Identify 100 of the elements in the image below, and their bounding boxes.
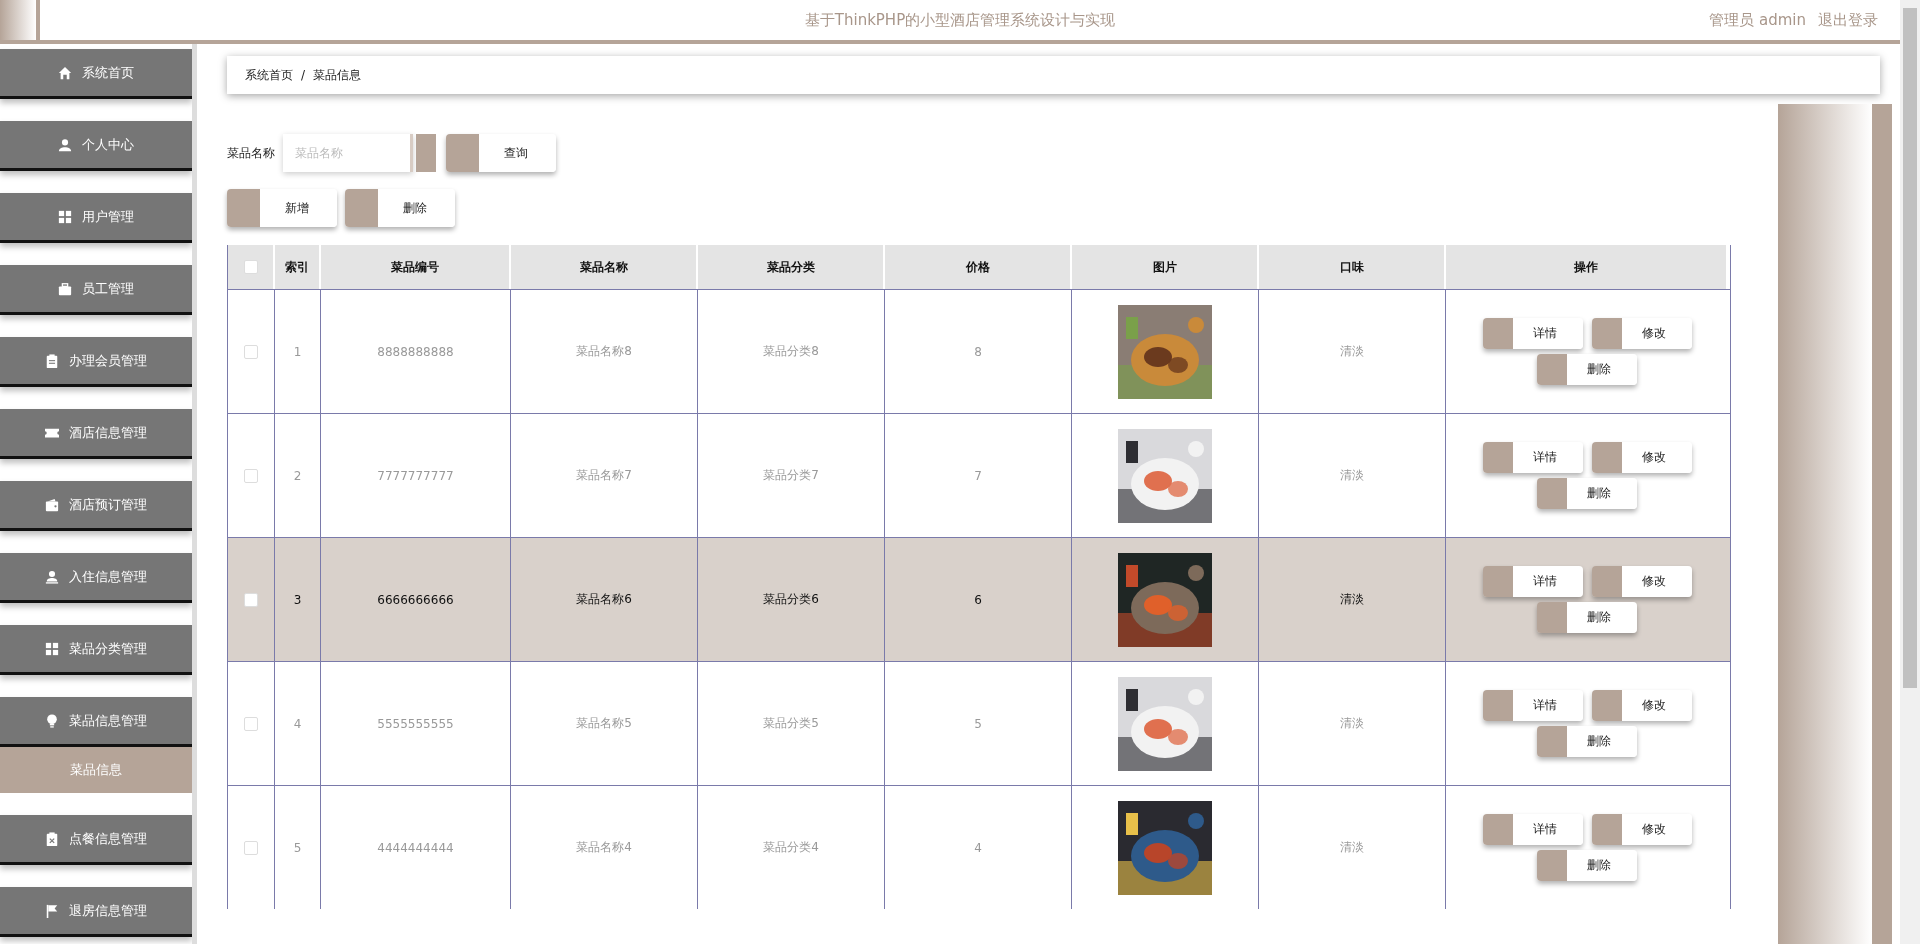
table-cell: 菜品名称4 (576, 839, 632, 856)
breadcrumb-item: 菜品信息 (313, 66, 362, 84)
search-field[interactable]: 菜品名称 (283, 134, 413, 172)
table-row[interactable]: 4 5555555555 菜品名称5 菜品分类5 5 清淡 详情 修改 删除 (228, 661, 1730, 785)
edit-button[interactable]: 修改 (1591, 814, 1692, 845)
menu-label: 个人中心 (82, 135, 134, 154)
add-button[interactable]: 新增 (227, 189, 337, 227)
breadcrumb-item[interactable]: 系统首页 (245, 66, 293, 84)
delete-button[interactable]: 删除 (1537, 602, 1637, 633)
flag-icon (45, 903, 59, 918)
grid-icon (58, 209, 72, 224)
table-row[interactable]: 2 7777777777 菜品名称7 菜品分类7 7 清淡 详情 修改 删除 (228, 413, 1730, 537)
table-cell: 清淡 (1340, 467, 1364, 484)
table-cell: 菜品分类7 (763, 467, 819, 484)
table-cell: 7 (974, 468, 982, 483)
menu-item[interactable]: 用户管理 (0, 193, 192, 243)
table-cell: 5 (293, 840, 302, 855)
row-checkbox[interactable] (244, 592, 258, 607)
menu-item[interactable]: 点餐信息管理 (0, 815, 192, 865)
table-cell: 清淡 (1340, 839, 1364, 856)
menu-item[interactable]: 系统首页 (0, 49, 192, 99)
table-cell: 菜品分类6 (763, 591, 819, 608)
column-header: 价格 (885, 245, 1072, 289)
table-cell: 菜品名称8 (576, 343, 632, 360)
menu-item[interactable]: 菜品分类管理 (0, 625, 192, 675)
menu-item[interactable]: 酒店预订管理 (0, 481, 192, 531)
table-cell: 清淡 (1340, 591, 1364, 608)
edit-button[interactable]: 修改 (1591, 318, 1692, 349)
query-button[interactable]: 查询 (446, 134, 556, 172)
table-cell: 4444444444 (377, 840, 454, 855)
column-header: 菜品编号 (321, 245, 511, 289)
table-cell: 8 (974, 344, 982, 359)
menu-item[interactable]: 酒店信息管理 (0, 409, 192, 459)
row-checkbox[interactable] (244, 344, 258, 359)
edit-button[interactable]: 修改 (1591, 690, 1692, 721)
delete-button[interactable]: 删除 (1537, 850, 1637, 881)
details-button[interactable]: 详情 (1482, 566, 1583, 597)
table-cell: 4 (974, 840, 982, 855)
table-row[interactable]: 3 6666666666 菜品名称6 菜品分类6 6 清淡 详情 修改 删除 (228, 537, 1730, 661)
column-header: 菜品分类 (698, 245, 885, 289)
admin-label: 管理员 admin (1709, 10, 1806, 30)
table-row[interactable]: 1 8888888888 菜品名称8 菜品分类8 8 清淡 详情 修改 删除 (228, 289, 1730, 413)
grid-icon (45, 641, 59, 656)
delete-button[interactable]: 删除 (1537, 478, 1637, 509)
menu-item[interactable]: 员工管理 (0, 265, 192, 315)
menu-label: 菜品分类管理 (69, 639, 147, 658)
edit-button[interactable]: 修改 (1591, 566, 1692, 597)
menu-label: 酒店信息管理 (69, 423, 147, 442)
menu-item[interactable]: 入住信息管理 (0, 553, 192, 603)
table-cell: 5555555555 (377, 716, 454, 731)
table-cell: 菜品分类8 (763, 343, 819, 360)
table-cell: 菜品分类5 (763, 715, 819, 732)
details-button[interactable]: 详情 (1482, 690, 1583, 721)
menu-label: 酒店预订管理 (69, 495, 147, 514)
system-title: 基于ThinkPHP的小型酒店管理系统设计与实现 (804, 10, 1116, 30)
table-cell: 5 (974, 716, 982, 731)
menu-item[interactable]: 退房信息管理 (0, 887, 192, 937)
column-header: 操作 (1446, 245, 1728, 289)
details-button[interactable]: 详情 (1482, 318, 1583, 349)
menu-label: 菜品信息管理 (69, 711, 147, 730)
row-checkbox[interactable] (244, 468, 258, 483)
table-cell: 菜品分类4 (763, 839, 819, 856)
delete-button[interactable]: 删除 (1537, 726, 1637, 757)
menu-label: 员工管理 (82, 279, 134, 298)
table-cell: 8888888888 (377, 344, 454, 359)
delete-button[interactable]: 删除 (345, 189, 455, 227)
row-checkbox[interactable] (244, 716, 258, 731)
table-cell: 1 (293, 344, 302, 359)
clipboard-icon (45, 831, 59, 846)
clipboard-icon (45, 353, 59, 368)
table-cell: 清淡 (1340, 343, 1364, 360)
delete-button[interactable]: 删除 (1537, 354, 1637, 385)
scrollbar[interactable] (1900, 0, 1920, 944)
menu-item[interactable]: 办理会员管理 (0, 337, 192, 387)
breadcrumb-separator: / (301, 68, 306, 82)
briefcase-icon (58, 281, 72, 296)
select-all-checkbox[interactable] (243, 260, 258, 274)
row-checkbox[interactable] (244, 840, 258, 855)
person-icon (45, 569, 59, 584)
menu-item[interactable]: 个人中心 (0, 121, 192, 171)
menu-item[interactable]: 菜品信息管理 (0, 697, 192, 747)
wallet-icon (45, 497, 59, 512)
details-button[interactable]: 详情 (1482, 442, 1583, 473)
lightbulb-icon (45, 713, 59, 728)
table-cell: 6 (974, 592, 982, 607)
table-cell: 菜品名称7 (576, 467, 632, 484)
table-cell: 3 (293, 592, 302, 607)
column-header: 索引 (275, 245, 321, 289)
person-icon (58, 137, 72, 152)
table-cell: 7777777777 (377, 468, 454, 483)
edit-button[interactable]: 修改 (1591, 442, 1692, 473)
table-cell: 6666666666 (377, 592, 454, 607)
home-icon (58, 65, 72, 80)
details-button[interactable]: 详情 (1482, 814, 1583, 845)
menu-label: 系统首页 (82, 63, 134, 82)
column-header: 口味 (1259, 245, 1446, 289)
search-label: 菜品名称 (227, 144, 275, 162)
table-cell: 4 (293, 716, 302, 731)
menu-label: 入住信息管理 (69, 567, 147, 586)
table-row[interactable]: 5 4444444444 菜品名称4 菜品分类4 4 清淡 详情 修改 删除 (228, 785, 1730, 909)
